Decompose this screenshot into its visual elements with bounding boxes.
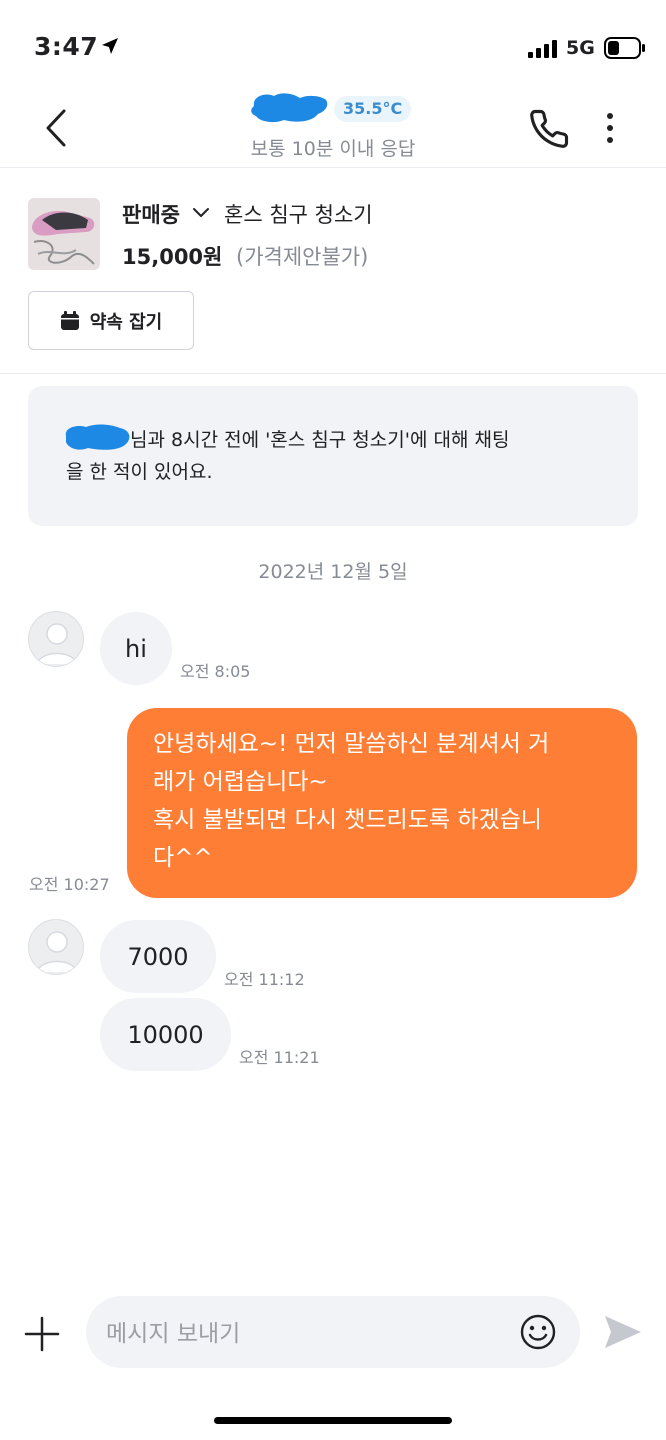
default-profile-icon bbox=[36, 931, 78, 973]
received-message-bubble[interactable]: hi bbox=[100, 612, 172, 685]
message-input-placeholder: 메시지 보내기 bbox=[106, 1321, 241, 1347]
plus-icon[interactable] bbox=[24, 1316, 60, 1352]
price-note: (가격제안불가) bbox=[236, 245, 369, 269]
chat-date-divider: 2022년 12월 5일 bbox=[258, 561, 408, 583]
header-divider bbox=[0, 167, 666, 168]
network-type: 5G bbox=[566, 37, 595, 59]
phone-icon[interactable] bbox=[528, 108, 570, 150]
redacted-username bbox=[65, 424, 130, 450]
avatar[interactable] bbox=[28, 919, 84, 975]
received-message-bubble[interactable]: 7000 bbox=[100, 920, 216, 993]
previous-chat-notice-text: 님과 8시간 전에 '혼스 침구 청소기'에 대해 채팅 을 한 적이 있어요. bbox=[66, 429, 510, 483]
product-title[interactable]: 혼스 침구 청소기 bbox=[224, 199, 373, 229]
more-options-icon[interactable] bbox=[600, 112, 620, 146]
product-divider bbox=[0, 373, 666, 374]
product-thumbnail[interactable] bbox=[28, 198, 100, 270]
sale-status-dropdown[interactable]: 판매중 bbox=[122, 199, 180, 229]
home-indicator bbox=[214, 1417, 452, 1424]
status-time: 3:47 bbox=[34, 32, 99, 61]
product-price: 15,000원 bbox=[122, 245, 223, 269]
redacted-username bbox=[251, 93, 328, 123]
received-message-bubble[interactable]: 10000 bbox=[100, 998, 231, 1071]
message-time: 오전 8:05 bbox=[180, 662, 251, 681]
sent-message-bubble[interactable]: 안녕하세요~! 먼저 말씀하신 분계셔서 거 래가 어렵습니다~ 혹시 불발되면… bbox=[127, 708, 637, 898]
battery-icon bbox=[604, 37, 645, 59]
make-appointment-label: 약속 잡기 bbox=[89, 311, 163, 333]
message-time: 오전 11:21 bbox=[239, 1048, 320, 1067]
default-profile-icon bbox=[36, 623, 78, 665]
emoji-icon[interactable] bbox=[519, 1313, 557, 1351]
cellular-signal-icon bbox=[528, 40, 557, 58]
message-time: 오전 11:12 bbox=[224, 970, 305, 989]
location-arrow-icon bbox=[102, 38, 118, 54]
make-appointment-button[interactable]: 약속 잡기 bbox=[28, 291, 194, 350]
chevron-down-icon[interactable] bbox=[192, 205, 210, 219]
manner-temperature-badge: 35.5°C bbox=[334, 96, 412, 122]
avatar[interactable] bbox=[28, 611, 84, 667]
message-time: 오전 10:27 bbox=[29, 875, 110, 894]
send-icon[interactable] bbox=[603, 1313, 643, 1351]
calendar-icon bbox=[60, 310, 79, 330]
